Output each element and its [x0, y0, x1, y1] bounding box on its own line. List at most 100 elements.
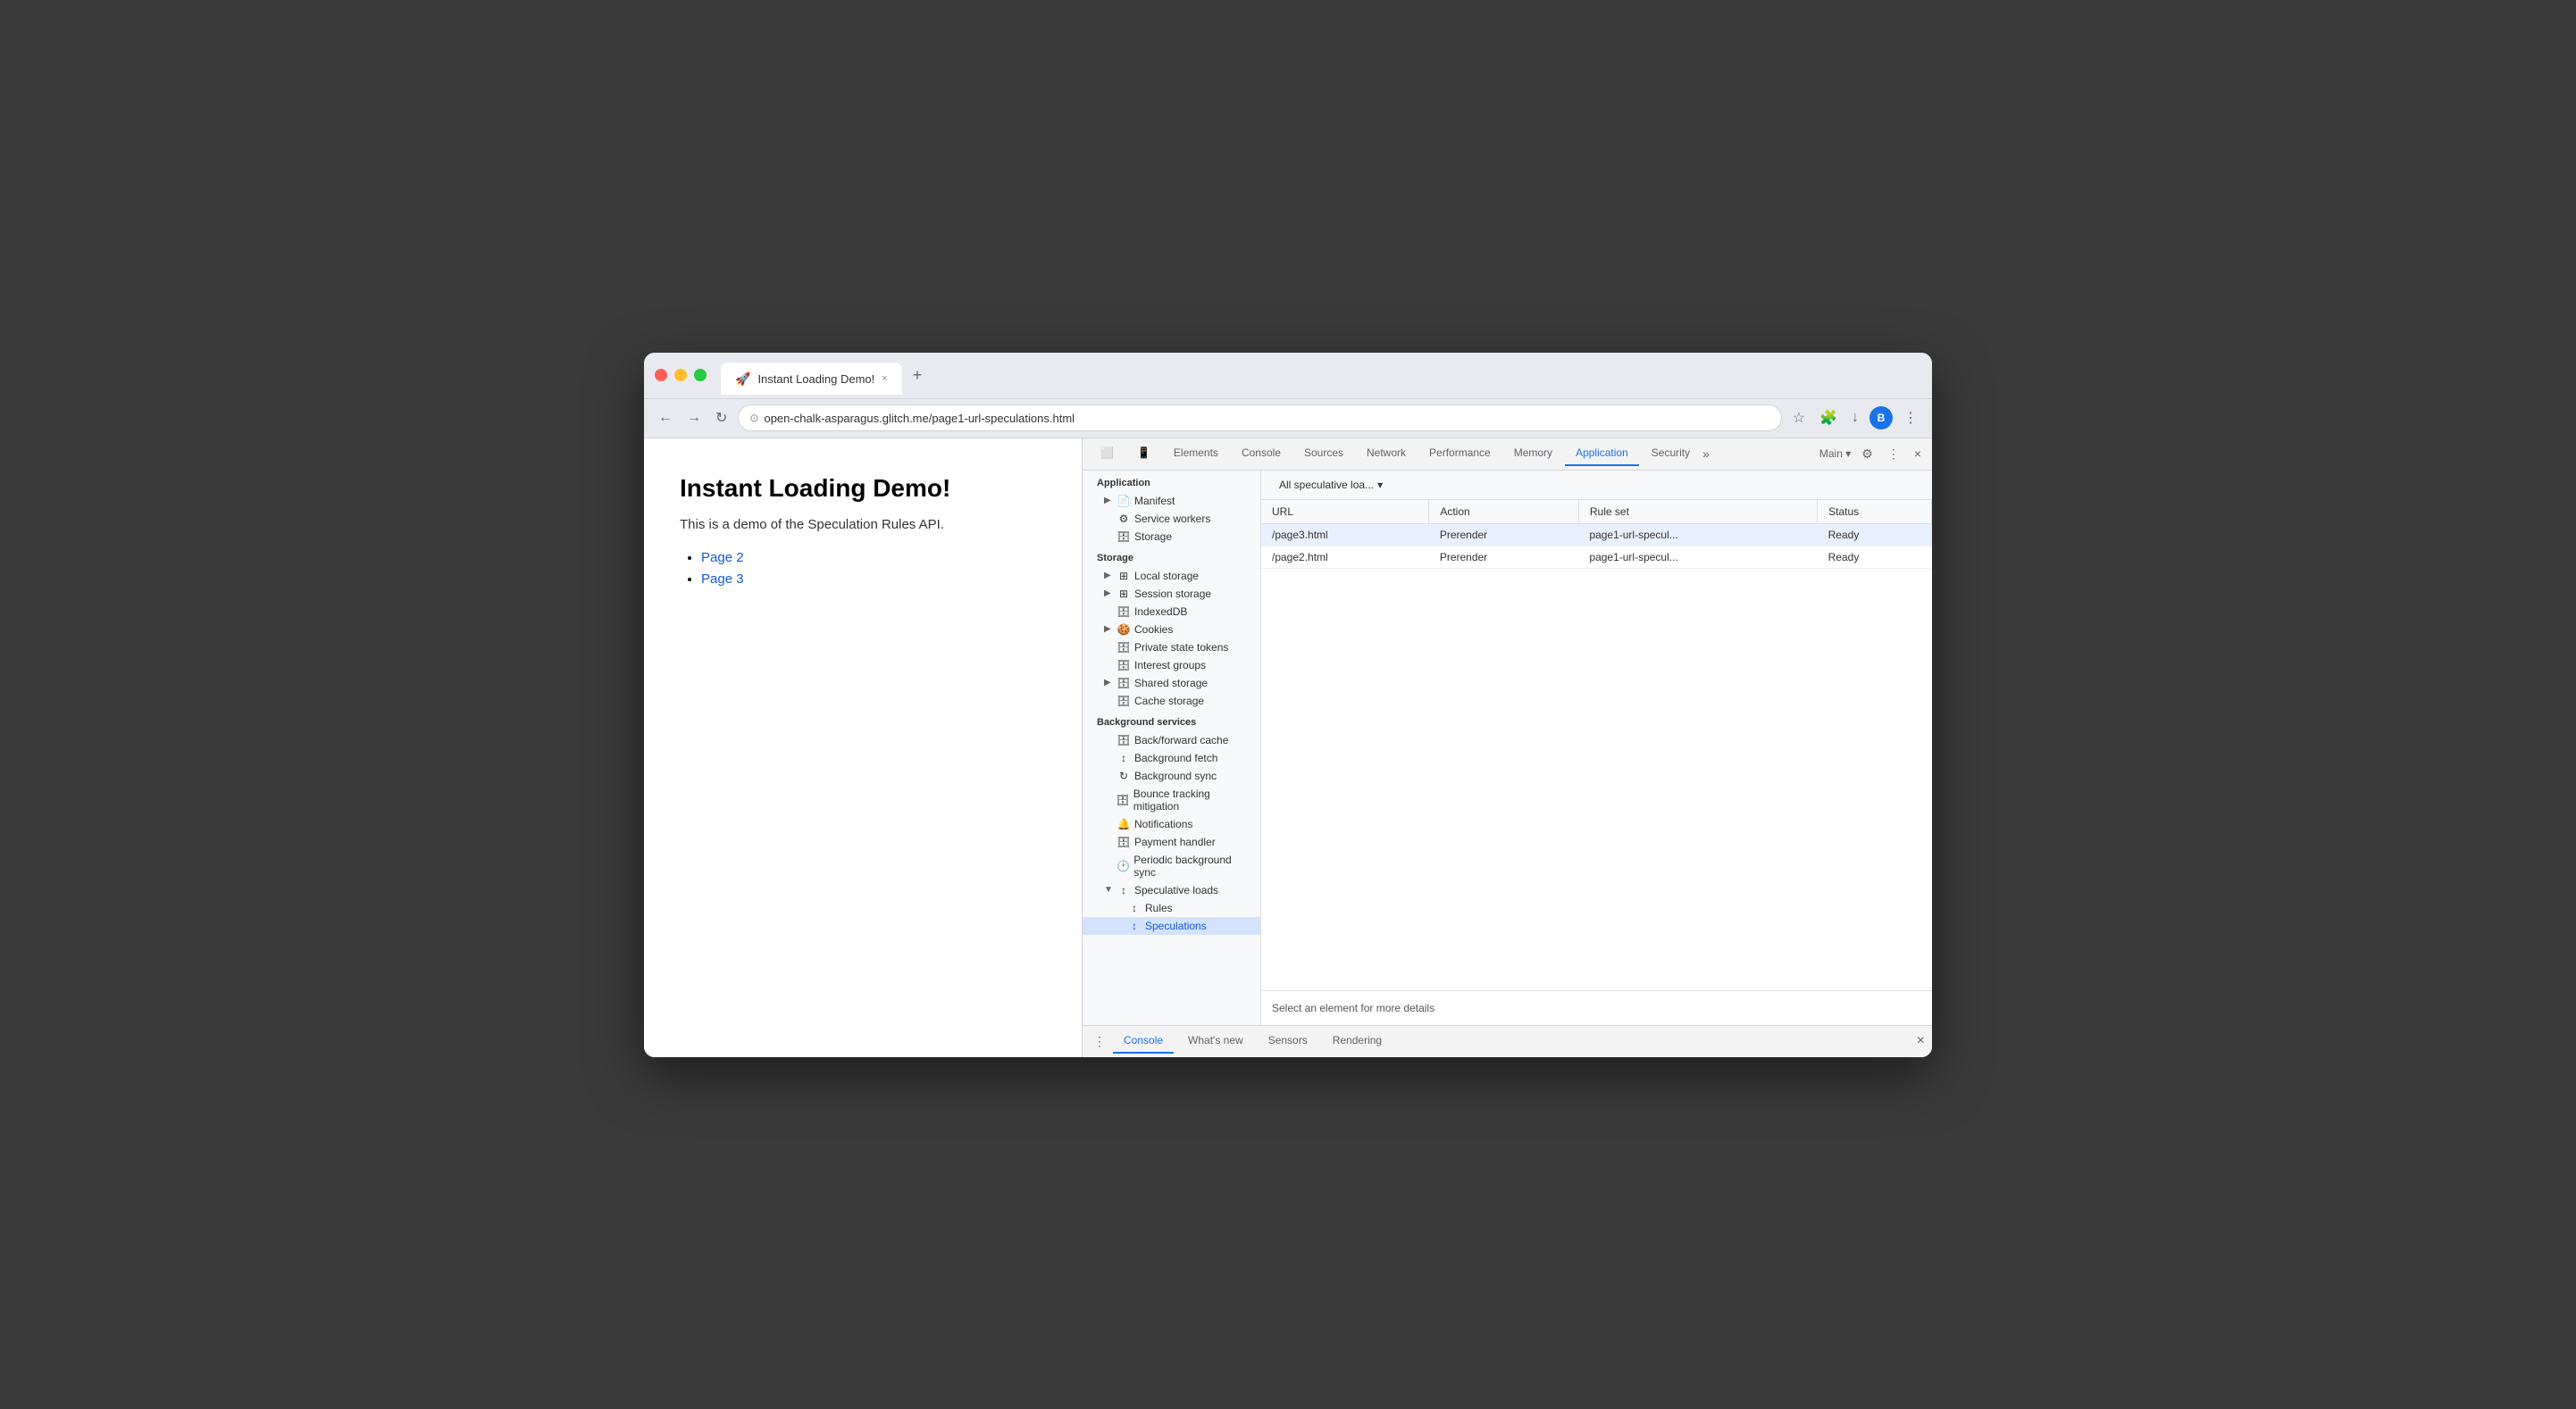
pbs-label: Periodic background sync [1133, 854, 1253, 879]
sidebar-item-cache-storage[interactable]: 🗄 Cache storage [1083, 692, 1260, 710]
sidebar-item-rules[interactable]: ↕ Rules [1083, 899, 1260, 917]
page3-link[interactable]: Page 3 [701, 571, 744, 587]
tab-security[interactable]: Security [1641, 441, 1701, 466]
cell-rule-set: page1-url-specul... [1578, 523, 1817, 546]
maximize-traffic-light[interactable] [694, 369, 707, 381]
ls-arrow: ▶ [1104, 571, 1113, 580]
bfc-icon: 🗄 [1117, 734, 1131, 746]
sidebar-item-interest-groups[interactable]: 🗄 Interest groups [1083, 656, 1260, 674]
settings-btn[interactable]: ⚙ [1858, 445, 1877, 463]
col-status: Status [1818, 500, 1932, 524]
page2-link[interactable]: Page 2 [701, 550, 744, 565]
bottom-close-btn[interactable]: × [1917, 1033, 1925, 1049]
tab-sources[interactable]: Sources [1293, 441, 1354, 466]
main-content: Instant Loading Demo! This is a demo of … [644, 438, 1932, 1057]
tab-memory[interactable]: Memory [1503, 441, 1563, 466]
ig-label: Interest groups [1134, 659, 1206, 671]
ls-label: Local storage [1134, 570, 1199, 582]
tabs-more-btn[interactable]: » [1702, 446, 1710, 461]
shared-icon: 🗄 [1117, 677, 1131, 689]
ph-icon: 🗄 [1117, 836, 1131, 848]
sidebar-item-notifications[interactable]: 🔔 Notifications [1083, 815, 1260, 833]
tab-close-btn[interactable]: × [882, 373, 887, 384]
tab-performance[interactable]: Performance [1418, 441, 1501, 466]
address-bar[interactable]: ⊙ open-chalk-asparagus.glitch.me/page1-u… [738, 404, 1781, 431]
rules-icon: ↕ [1127, 902, 1142, 914]
table-header-row: URL Action Rule set Status [1261, 500, 1932, 524]
extensions-btn[interactable]: 🧩 [1816, 405, 1841, 430]
sidebar-item-bg-sync[interactable]: ↻ Background sync [1083, 767, 1260, 785]
devtools-sidebar: Application ▶ 📄 Manifest ⚙ Service worke… [1083, 471, 1261, 1025]
context-selector[interactable]: Main ▾ [1819, 447, 1851, 460]
sidebar-item-shared-storage[interactable]: ▶ 🗄 Shared storage [1083, 674, 1260, 692]
ss-icon: ⊞ [1117, 588, 1131, 600]
sidebar-item-service-workers[interactable]: ⚙ Service workers [1083, 510, 1260, 528]
notif-label: Notifications [1134, 818, 1192, 830]
bottom-menu-btn[interactable]: ⋮ [1090, 1032, 1109, 1051]
ig-arrow [1104, 660, 1113, 670]
new-tab-btn[interactable]: + [913, 366, 923, 385]
sidebar-item-indexeddb[interactable]: 🗄 IndexedDB [1083, 603, 1260, 621]
col-url: URL [1261, 500, 1429, 524]
sidebar-item-speculative-loads[interactable]: ▼ ↕ Speculative loads [1083, 881, 1260, 899]
tab-application[interactable]: Application [1565, 441, 1639, 466]
sidebar-item-speculations[interactable]: ↕ Speculations [1083, 917, 1260, 935]
bottom-tab-whats-new[interactable]: What's new [1177, 1029, 1254, 1054]
bfc-arrow [1104, 735, 1113, 745]
rules-arrow [1115, 903, 1124, 913]
cell-rule-set: page1-url-specul... [1578, 546, 1817, 568]
bottom-tab-console[interactable]: Console [1113, 1029, 1174, 1054]
browser-window: 🚀 Instant Loading Demo! × + ← → ↻ ⊙ open… [644, 353, 1932, 1057]
tab-console[interactable]: Console [1231, 441, 1292, 466]
sidebar-item-bounce-tracking[interactable]: 🗄 Bounce tracking mitigation [1083, 785, 1260, 815]
bottom-tab-sensors[interactable]: Sensors [1258, 1029, 1318, 1054]
sidebar-item-local-storage[interactable]: ▶ ⊞ Local storage [1083, 567, 1260, 585]
sidebar-item-storage-item[interactable]: 🗄 Storage [1083, 528, 1260, 546]
back-btn[interactable]: ← [655, 406, 676, 429]
devtools-right-actions: Main ▾ ⚙ ⋮ × [1819, 445, 1925, 463]
devtools-close-btn[interactable]: × [1911, 445, 1925, 463]
manifest-label: Manifest [1134, 495, 1175, 507]
cookies-icon: 🍪 [1117, 623, 1131, 636]
tab-elements[interactable]: Elements [1163, 441, 1229, 466]
forward-btn[interactable]: → [683, 406, 705, 429]
manifest-arrow: ▶ [1104, 496, 1113, 505]
table-row[interactable]: /page2.html Prerender page1-url-specul..… [1261, 546, 1932, 568]
tab-device-icon[interactable]: 📱 [1126, 441, 1161, 466]
sidebar-item-manifest[interactable]: ▶ 📄 Manifest [1083, 492, 1260, 510]
title-bar: 🚀 Instant Loading Demo! × + [644, 353, 1932, 399]
filter-dropdown[interactable]: All speculative loa... ▾ [1272, 476, 1390, 494]
minimize-traffic-light[interactable] [674, 369, 687, 381]
downloads-btn[interactable]: ↓ [1848, 406, 1862, 429]
sidebar-item-private-state-tokens[interactable]: 🗄 Private state tokens [1083, 638, 1260, 656]
ss-arrow: ▶ [1104, 588, 1113, 598]
tab-network[interactable]: Network [1356, 441, 1417, 466]
col-rule-set: Rule set [1578, 500, 1817, 524]
pst-arrow [1104, 642, 1113, 652]
bgf-arrow [1104, 753, 1113, 763]
sl-label: Speculative loads [1134, 884, 1218, 896]
sidebar-item-payment-handler[interactable]: 🗄 Payment handler [1083, 833, 1260, 851]
sidebar-item-cookies[interactable]: ▶ 🍪 Cookies [1083, 621, 1260, 638]
bottom-tab-rendering[interactable]: Rendering [1322, 1029, 1393, 1054]
close-traffic-light[interactable] [655, 369, 667, 381]
sidebar-item-periodic-bg-sync[interactable]: 🕐 Periodic background sync [1083, 851, 1260, 881]
reload-btn[interactable]: ↻ [712, 405, 731, 430]
nav-bar: ← → ↻ ⊙ open-chalk-asparagus.glitch.me/p… [644, 399, 1932, 438]
table-row[interactable]: /page3.html Prerender page1-url-specul..… [1261, 523, 1932, 546]
sl-arrow: ▼ [1104, 885, 1113, 895]
chrome-menu-btn[interactable]: ⋮ [1900, 405, 1921, 430]
devtools-overflow-btn[interactable]: ⋮ [1884, 445, 1903, 463]
bookmark-btn[interactable]: ☆ [1789, 405, 1809, 430]
profile-btn[interactable]: B [1869, 406, 1893, 429]
sidebar-item-session-storage[interactable]: ▶ ⊞ Session storage [1083, 585, 1260, 603]
sidebar-item-bfcache[interactable]: 🗄 Back/forward cache [1083, 731, 1260, 749]
bfc-label: Back/forward cache [1134, 734, 1228, 746]
ss-label: Session storage [1134, 588, 1211, 600]
cell-action: Prerender [1429, 546, 1579, 568]
browser-tab[interactable]: 🚀 Instant Loading Demo! × [721, 363, 902, 395]
sidebar-item-bg-fetch[interactable]: ↕ Background fetch [1083, 749, 1260, 767]
bgf-icon: ↕ [1117, 752, 1131, 764]
tab-favicon: 🚀 [735, 371, 750, 387]
tab-inspect-icon[interactable]: ⬜ [1090, 441, 1125, 466]
